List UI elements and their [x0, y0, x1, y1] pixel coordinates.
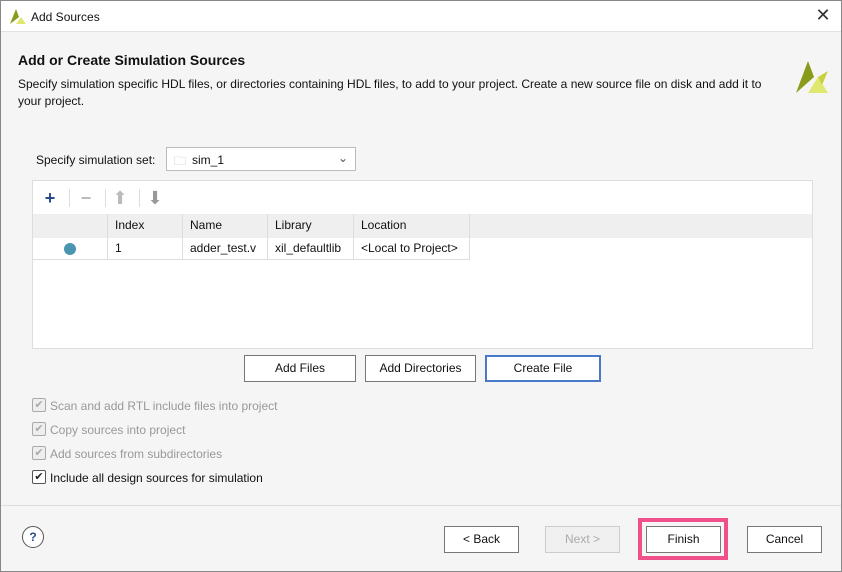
copy-sources-label: Copy sources into project — [50, 423, 186, 437]
move-down-icon[interactable]: ⬇ — [144, 187, 166, 209]
scan-rtl-checkbox[interactable]: ✔ — [32, 398, 46, 412]
status-dot-icon — [64, 243, 76, 255]
page-title: Add or Create Simulation Sources — [18, 52, 246, 68]
folder-icon: 🗀 — [174, 154, 187, 168]
title-bar: Add Sources ✕ — [1, 1, 841, 32]
column-header-name: Name — [183, 214, 268, 238]
create-file-button[interactable]: Create File — [485, 355, 601, 382]
chevron-down-icon: ⌄ — [337, 151, 348, 165]
add-subdirectories-label: Add sources from subdirectories — [50, 447, 223, 461]
close-icon[interactable]: ✕ — [813, 5, 833, 26]
cancel-button[interactable]: Cancel — [747, 526, 822, 553]
separator — [139, 189, 140, 207]
add-sources-dialog: Add Sources ✕ Add or Create Simulation S… — [0, 0, 842, 572]
finish-button[interactable]: Finish — [646, 526, 721, 553]
copy-sources-checkbox[interactable]: ✔ — [32, 422, 46, 436]
vivado-logo-icon — [10, 9, 26, 24]
column-header-library: Library — [268, 214, 354, 238]
move-up-icon[interactable]: ⬆ — [109, 187, 131, 209]
page-description: Specify simulation specific HDL files, o… — [18, 77, 762, 108]
table-toolbar: + − ⬆ ⬇ — [33, 181, 812, 214]
cell-location: <Local to Project> — [354, 238, 470, 259]
add-files-button[interactable]: Add Files — [244, 355, 356, 382]
sources-table-panel: + − ⬆ ⬇ Index Name Library Location 1 ad… — [32, 180, 813, 349]
add-directories-button[interactable]: Add Directories — [365, 355, 476, 382]
include-design-sources-checkbox[interactable]: ✔ — [32, 470, 46, 484]
cell-library: xil_defaultlib — [268, 238, 354, 259]
column-header-index: Index — [108, 214, 183, 238]
simset-dropdown[interactable]: 🗀 sim_1 ⌄ — [166, 147, 356, 171]
column-header-status — [33, 214, 108, 238]
cell-name: adder_test.v — [183, 238, 268, 259]
scan-rtl-label: Scan and add RTL include files into proj… — [50, 399, 278, 413]
status-cell — [33, 238, 108, 259]
simset-value: sim_1 — [192, 153, 225, 167]
remove-icon[interactable]: − — [75, 187, 97, 209]
footer-divider — [1, 505, 841, 506]
back-button[interactable]: < Back — [444, 526, 519, 553]
add-subdirectories-checkbox[interactable]: ✔ — [32, 446, 46, 460]
separator — [105, 189, 106, 207]
table-row[interactable]: 1 adder_test.v xil_defaultlib <Local to … — [33, 238, 470, 260]
add-icon[interactable]: + — [39, 187, 61, 209]
include-design-sources-label: Include all design sources for simulatio… — [50, 471, 263, 485]
separator — [69, 189, 70, 207]
cell-index: 1 — [108, 238, 183, 259]
vivado-logo-icon — [796, 61, 828, 93]
column-header-location: Location — [354, 214, 470, 238]
help-icon[interactable]: ? — [22, 526, 44, 548]
window-title: Add Sources — [31, 10, 100, 24]
simset-label: Specify simulation set: — [36, 153, 156, 167]
next-button[interactable]: Next > — [545, 526, 620, 553]
table-header: Index Name Library Location — [33, 214, 812, 238]
